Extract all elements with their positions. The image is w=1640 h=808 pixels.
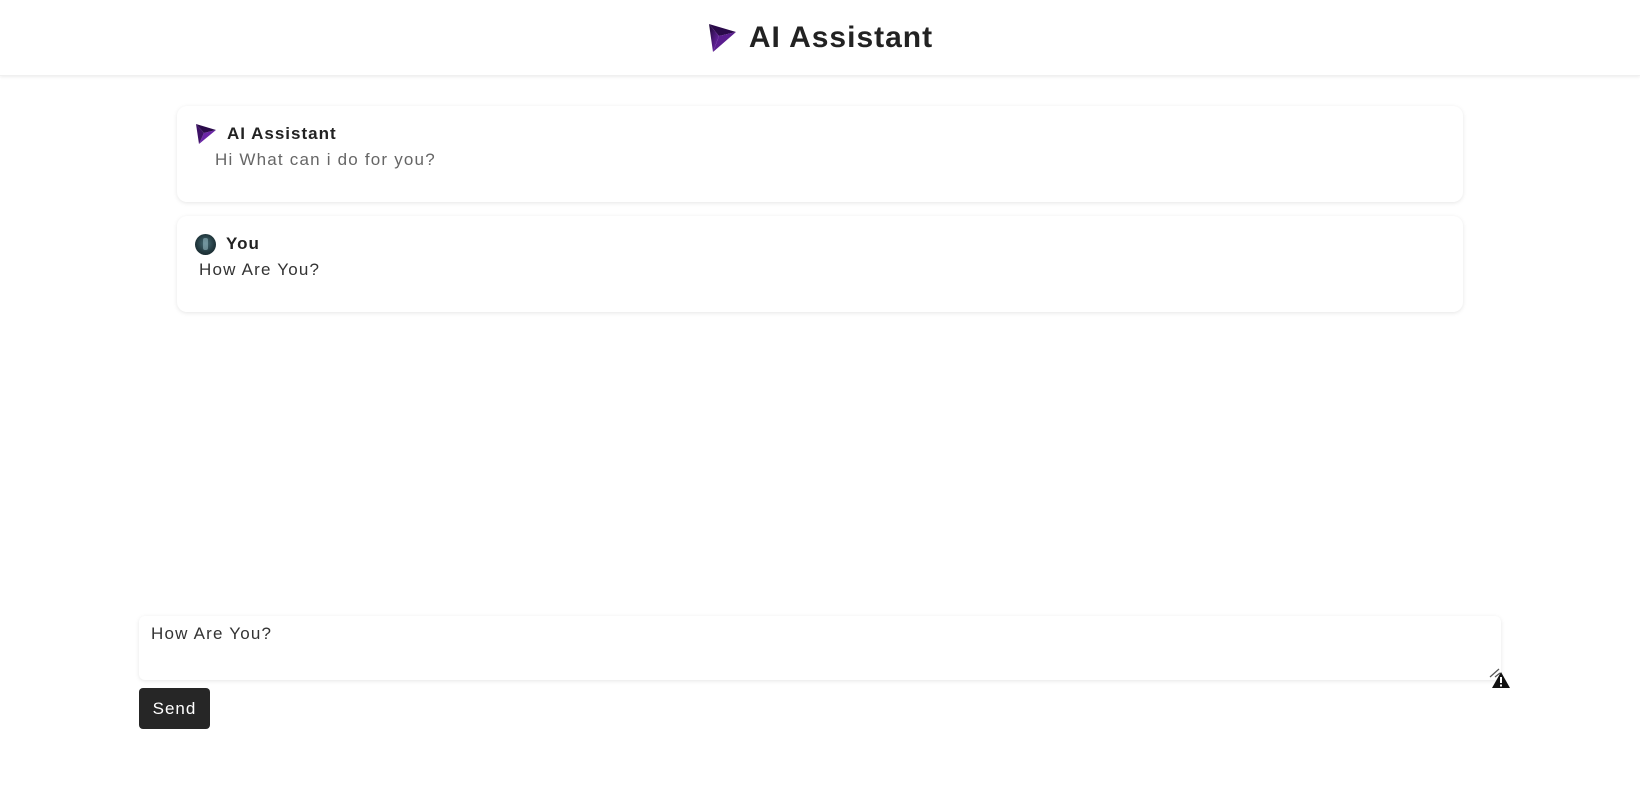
message-text: Hi What can i do for you? — [215, 150, 436, 169]
app-header: AI Assistant — [0, 0, 1640, 76]
message-header: AI Assistant — [195, 122, 1445, 146]
send-button[interactable]: Send — [139, 688, 210, 729]
page-title: AI Assistant — [748, 20, 934, 54]
message-card-user: You How Are You? — [177, 216, 1463, 312]
message-input[interactable]: How Are You? — [139, 616, 1501, 680]
avatar — [195, 233, 216, 255]
sender-name: You — [226, 234, 260, 253]
message-card-assistant: AI Assistant Hi What can i do for you? — [177, 106, 1463, 202]
paper-plane-icon — [708, 23, 736, 52]
chat-area: AI Assistant Hi What can i do for you? Y… — [177, 106, 1463, 326]
paper-plane-icon — [196, 124, 216, 144]
message-header: You — [195, 232, 1445, 256]
sender-name: AI Assistant — [227, 124, 337, 143]
message-text: How Are You? — [199, 260, 321, 279]
warning-icon — [1492, 672, 1510, 688]
